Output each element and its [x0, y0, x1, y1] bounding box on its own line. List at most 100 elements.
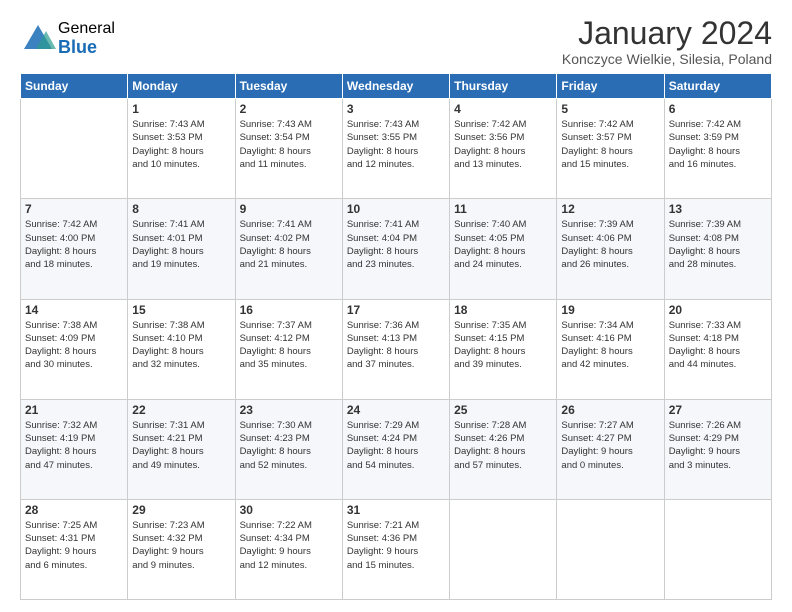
table-row: 1Sunrise: 7:43 AM Sunset: 3:53 PM Daylig…: [128, 99, 235, 199]
day-number: 18: [454, 303, 552, 317]
table-row: 23 Sunrise: 7:30 AM Sunset: 4:23 PM Dayli…: [235, 399, 342, 499]
table-row: 6 Sunrise: 7:42 AM Sunset: 3:59 PM Daylig…: [664, 99, 771, 199]
table-row: 28 Sunrise: 7:25 AM Sunset: 4:31 PM Dayli…: [21, 499, 128, 599]
table-row: 15 Sunrise: 7:38 AM Sunset: 4:10 PM Dayli…: [128, 299, 235, 399]
day-info: Sunrise: 7:38 AM Sunset: 4:10 PM Dayligh…: [132, 319, 230, 372]
day-info: Sunrise: 7:33 AM Sunset: 4:18 PM Dayligh…: [669, 319, 767, 372]
calendar-week-0: 1Sunrise: 7:43 AM Sunset: 3:53 PM Daylig…: [21, 99, 772, 199]
table-row: 16Sunrise: 7:37 AM Sunset: 4:12 PM Dayli…: [235, 299, 342, 399]
day-info: Sunrise: 7:23 AM Sunset: 4:32 PM Dayligh…: [132, 519, 230, 572]
day-number: 31: [347, 503, 445, 517]
table-row: 9Sunrise: 7:41 AM Sunset: 4:02 PM Daylig…: [235, 199, 342, 299]
title-block: January 2024 Konczyce Wielkie, Silesia, …: [562, 16, 772, 67]
main-title: January 2024: [562, 16, 772, 51]
day-info: Sunrise: 7:41 AM Sunset: 4:01 PM Dayligh…: [132, 218, 230, 271]
day-number: 15: [132, 303, 230, 317]
col-tuesday: Tuesday: [235, 74, 342, 99]
col-monday: Monday: [128, 74, 235, 99]
day-info: Sunrise: 7:35 AM Sunset: 4:15 PM Dayligh…: [454, 319, 552, 372]
calendar-week-2: 14Sunrise: 7:38 AM Sunset: 4:09 PM Dayli…: [21, 299, 772, 399]
day-number: 28: [25, 503, 123, 517]
day-info: Sunrise: 7:25 AM Sunset: 4:31 PM Dayligh…: [25, 519, 123, 572]
day-info: Sunrise: 7:43 AM Sunset: 3:54 PM Dayligh…: [240, 118, 338, 171]
table-row: [21, 99, 128, 199]
page: General Blue January 2024 Konczyce Wielk…: [0, 0, 792, 612]
table-row: 7 Sunrise: 7:42 AM Sunset: 4:00 PM Daylig…: [21, 199, 128, 299]
calendar: Sunday Monday Tuesday Wednesday Thursday…: [20, 73, 772, 600]
col-wednesday: Wednesday: [342, 74, 449, 99]
day-number: 30: [240, 503, 338, 517]
day-number: 2: [240, 102, 338, 116]
day-number: 12: [561, 202, 659, 216]
day-number: 7: [25, 202, 123, 216]
table-row: [450, 499, 557, 599]
table-row: 11Sunrise: 7:40 AM Sunset: 4:05 PM Dayli…: [450, 199, 557, 299]
day-number: 17: [347, 303, 445, 317]
day-info: Sunrise: 7:21 AM Sunset: 4:36 PM Dayligh…: [347, 519, 445, 572]
day-info: Sunrise: 7:34 AM Sunset: 4:16 PM Dayligh…: [561, 319, 659, 372]
day-info: Sunrise: 7:41 AM Sunset: 4:04 PM Dayligh…: [347, 218, 445, 271]
table-row: 30Sunrise: 7:22 AM Sunset: 4:34 PM Dayli…: [235, 499, 342, 599]
day-number: 19: [561, 303, 659, 317]
table-row: 14Sunrise: 7:38 AM Sunset: 4:09 PM Dayli…: [21, 299, 128, 399]
day-number: 8: [132, 202, 230, 216]
table-row: [557, 499, 664, 599]
day-number: 23: [240, 403, 338, 417]
day-info: Sunrise: 7:31 AM Sunset: 4:21 PM Dayligh…: [132, 419, 230, 472]
table-row: 20Sunrise: 7:33 AM Sunset: 4:18 PM Dayli…: [664, 299, 771, 399]
logo-icon: [20, 21, 56, 57]
logo-blue: Blue: [58, 38, 115, 58]
table-row: 8 Sunrise: 7:41 AM Sunset: 4:01 PM Daylig…: [128, 199, 235, 299]
day-number: 6: [669, 102, 767, 116]
day-info: Sunrise: 7:43 AM Sunset: 3:55 PM Dayligh…: [347, 118, 445, 171]
day-info: Sunrise: 7:37 AM Sunset: 4:12 PM Dayligh…: [240, 319, 338, 372]
day-number: 14: [25, 303, 123, 317]
table-row: 22 Sunrise: 7:31 AM Sunset: 4:21 PM Dayli…: [128, 399, 235, 499]
table-row: 27Sunrise: 7:26 AM Sunset: 4:29 PM Dayli…: [664, 399, 771, 499]
day-info: Sunrise: 7:36 AM Sunset: 4:13 PM Dayligh…: [347, 319, 445, 372]
day-number: 29: [132, 503, 230, 517]
day-info: Sunrise: 7:42 AM Sunset: 4:00 PM Dayligh…: [25, 218, 123, 271]
table-row: 29 Sunrise: 7:23 AM Sunset: 4:32 PM Dayli…: [128, 499, 235, 599]
calendar-week-3: 21Sunrise: 7:32 AM Sunset: 4:19 PM Dayli…: [21, 399, 772, 499]
day-number: 22: [132, 403, 230, 417]
day-number: 3: [347, 102, 445, 116]
col-saturday: Saturday: [664, 74, 771, 99]
table-row: 13Sunrise: 7:39 AM Sunset: 4:08 PM Dayli…: [664, 199, 771, 299]
day-info: Sunrise: 7:39 AM Sunset: 4:06 PM Dayligh…: [561, 218, 659, 271]
table-row: 12 Sunrise: 7:39 AM Sunset: 4:06 PM Dayli…: [557, 199, 664, 299]
calendar-week-4: 28 Sunrise: 7:25 AM Sunset: 4:31 PM Dayli…: [21, 499, 772, 599]
table-row: 4 Sunrise: 7:42 AM Sunset: 3:56 PM Daylig…: [450, 99, 557, 199]
table-row: 3 Sunrise: 7:43 AM Sunset: 3:55 PM Daylig…: [342, 99, 449, 199]
day-info: Sunrise: 7:41 AM Sunset: 4:02 PM Dayligh…: [240, 218, 338, 271]
day-info: Sunrise: 7:42 AM Sunset: 3:56 PM Dayligh…: [454, 118, 552, 171]
day-info: Sunrise: 7:26 AM Sunset: 4:29 PM Dayligh…: [669, 419, 767, 472]
table-row: 18 Sunrise: 7:35 AM Sunset: 4:15 PM Dayli…: [450, 299, 557, 399]
day-number: 4: [454, 102, 552, 116]
subtitle: Konczyce Wielkie, Silesia, Poland: [562, 51, 772, 67]
table-row: 19 Sunrise: 7:34 AM Sunset: 4:16 PM Dayli…: [557, 299, 664, 399]
table-row: 25 Sunrise: 7:28 AM Sunset: 4:26 PM Dayli…: [450, 399, 557, 499]
day-info: Sunrise: 7:28 AM Sunset: 4:26 PM Dayligh…: [454, 419, 552, 472]
logo: General Blue: [20, 20, 115, 57]
day-info: Sunrise: 7:29 AM Sunset: 4:24 PM Dayligh…: [347, 419, 445, 472]
day-number: 26: [561, 403, 659, 417]
table-row: 10Sunrise: 7:41 AM Sunset: 4:04 PM Dayli…: [342, 199, 449, 299]
day-info: Sunrise: 7:42 AM Sunset: 3:59 PM Dayligh…: [669, 118, 767, 171]
day-number: 25: [454, 403, 552, 417]
table-row: 17 Sunrise: 7:36 AM Sunset: 4:13 PM Dayli…: [342, 299, 449, 399]
col-friday: Friday: [557, 74, 664, 99]
day-info: Sunrise: 7:43 AM Sunset: 3:53 PM Dayligh…: [132, 118, 230, 171]
day-info: Sunrise: 7:30 AM Sunset: 4:23 PM Dayligh…: [240, 419, 338, 472]
day-info: Sunrise: 7:27 AM Sunset: 4:27 PM Dayligh…: [561, 419, 659, 472]
day-info: Sunrise: 7:39 AM Sunset: 4:08 PM Dayligh…: [669, 218, 767, 271]
col-thursday: Thursday: [450, 74, 557, 99]
day-number: 5: [561, 102, 659, 116]
col-sunday: Sunday: [21, 74, 128, 99]
day-info: Sunrise: 7:40 AM Sunset: 4:05 PM Dayligh…: [454, 218, 552, 271]
day-info: Sunrise: 7:32 AM Sunset: 4:19 PM Dayligh…: [25, 419, 123, 472]
logo-text: General Blue: [58, 20, 115, 57]
table-row: 31 Sunrise: 7:21 AM Sunset: 4:36 PM Dayli…: [342, 499, 449, 599]
calendar-header-row: Sunday Monday Tuesday Wednesday Thursday…: [21, 74, 772, 99]
day-number: 24: [347, 403, 445, 417]
